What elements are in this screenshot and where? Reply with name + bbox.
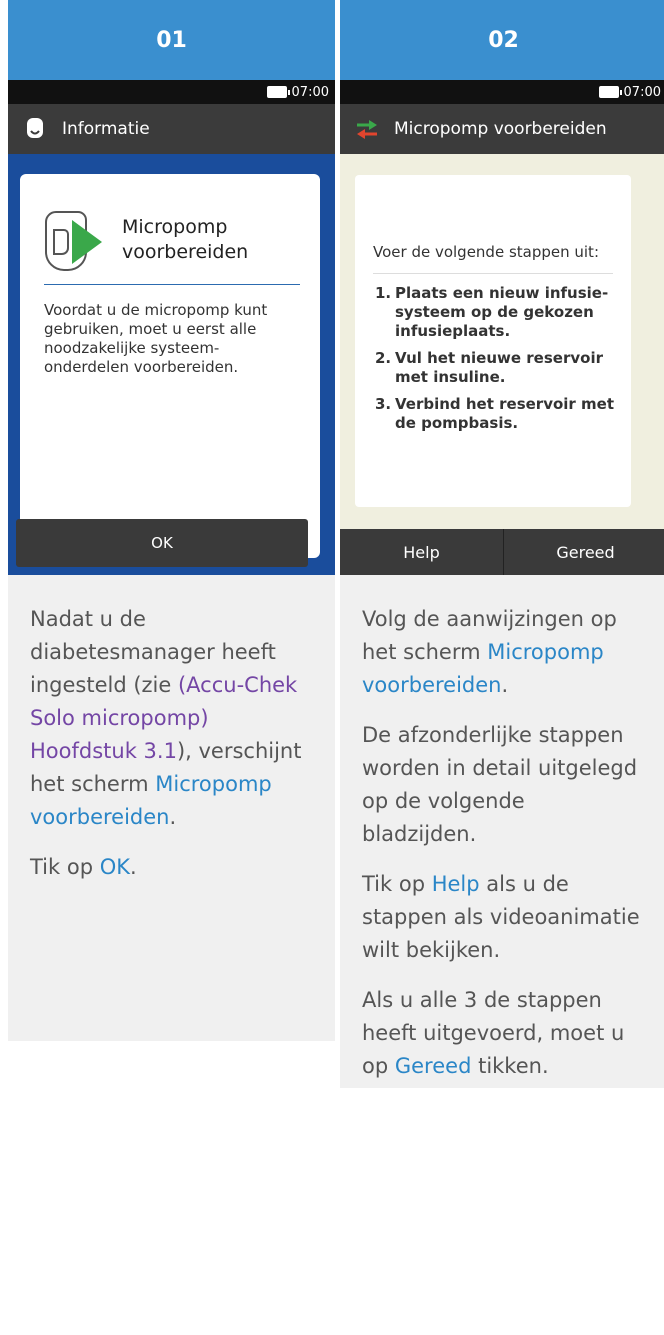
screen-title-bar: Micropomp voorbereiden [340,104,664,154]
dialog-body: Voordat u de micropomp kunt gebruiken, m… [44,301,268,376]
instruction-paragraph: Tik op Help als u de stappen als videoan… [362,872,640,962]
done-link[interactable]: Gereed [395,1054,472,1078]
screen-title: Micropomp voorbereiden [394,119,607,139]
device-screen: 07:00 Informatie Micropomp voorbereiden [8,80,335,575]
done-button[interactable]: Gereed [503,529,664,575]
instruction-paragraph: Nadat u de diabetesmanager heeft ingeste… [30,607,302,829]
step-number-header: 02 [340,0,664,80]
button-bar: Help Gereed [340,529,664,575]
swap-arrows-icon [354,116,380,142]
step-number-header: 01 [8,0,335,80]
steps-list: 1. Plaats een nieuw infusie-systeem op de… [355,274,631,433]
dialog-intro: Voer de volgende stappen uit: [373,243,599,261]
screen-title-bar: Informatie [8,104,335,154]
battery-icon [598,86,622,98]
micropump-play-icon [45,211,102,271]
device-screen: 07:00 Micropomp voorbereiden Voer de vol… [340,80,664,575]
ok-button[interactable]: OK [16,519,308,567]
battery-icon [266,86,290,98]
ok-link[interactable]: OK [100,855,130,879]
status-time: 07:00 [291,84,329,100]
list-item: 1. Plaats een nieuw infusie-systeem op de… [375,284,609,340]
instruction-text: Nadat u de diabetesmanager heeft ingeste… [8,575,335,1041]
steps-dialog: Voer de volgende stappen uit: 1. Plaats e… [355,175,631,507]
status-time: 07:00 [623,84,661,100]
info-dialog: Micropomp voorbereiden Voordat u de micr… [20,174,320,558]
dialog-title: Micropomp voorbereiden [122,216,249,263]
info-device-icon [22,116,48,142]
help-link[interactable]: Help [432,872,480,896]
list-item: 3. Verbind het reservoir met de pompbasis… [375,395,615,432]
instruction-paragraph: De afzonderlijke stappen worden in detai… [362,723,638,846]
instruction-text: Volg de aanwijzingen op het scherm Micro… [340,575,664,1088]
instruction-paragraph: Als u alle 3 de stappen heeft uitgevoerd… [362,988,625,1078]
step-02-column: 02 07:00 Micropomp voorbereiden Voer de … [340,0,664,1088]
step-01-column: 01 07:00 Informatie Micropomp voorbereid… [8,0,335,1041]
screen-title: Informatie [62,119,150,139]
list-item: 2. Vul het nieuwe reservoir met insuline. [375,349,603,386]
dialog-header: Micropomp voorbereiden [20,174,320,284]
instruction-paragraph: Tik op OK. [30,855,137,879]
help-button[interactable]: Help [340,529,503,575]
status-bar: 07:00 [8,80,335,104]
instruction-paragraph: Volg de aanwijzingen op het scherm Micro… [362,607,617,697]
status-bar: 07:00 [340,80,664,104]
